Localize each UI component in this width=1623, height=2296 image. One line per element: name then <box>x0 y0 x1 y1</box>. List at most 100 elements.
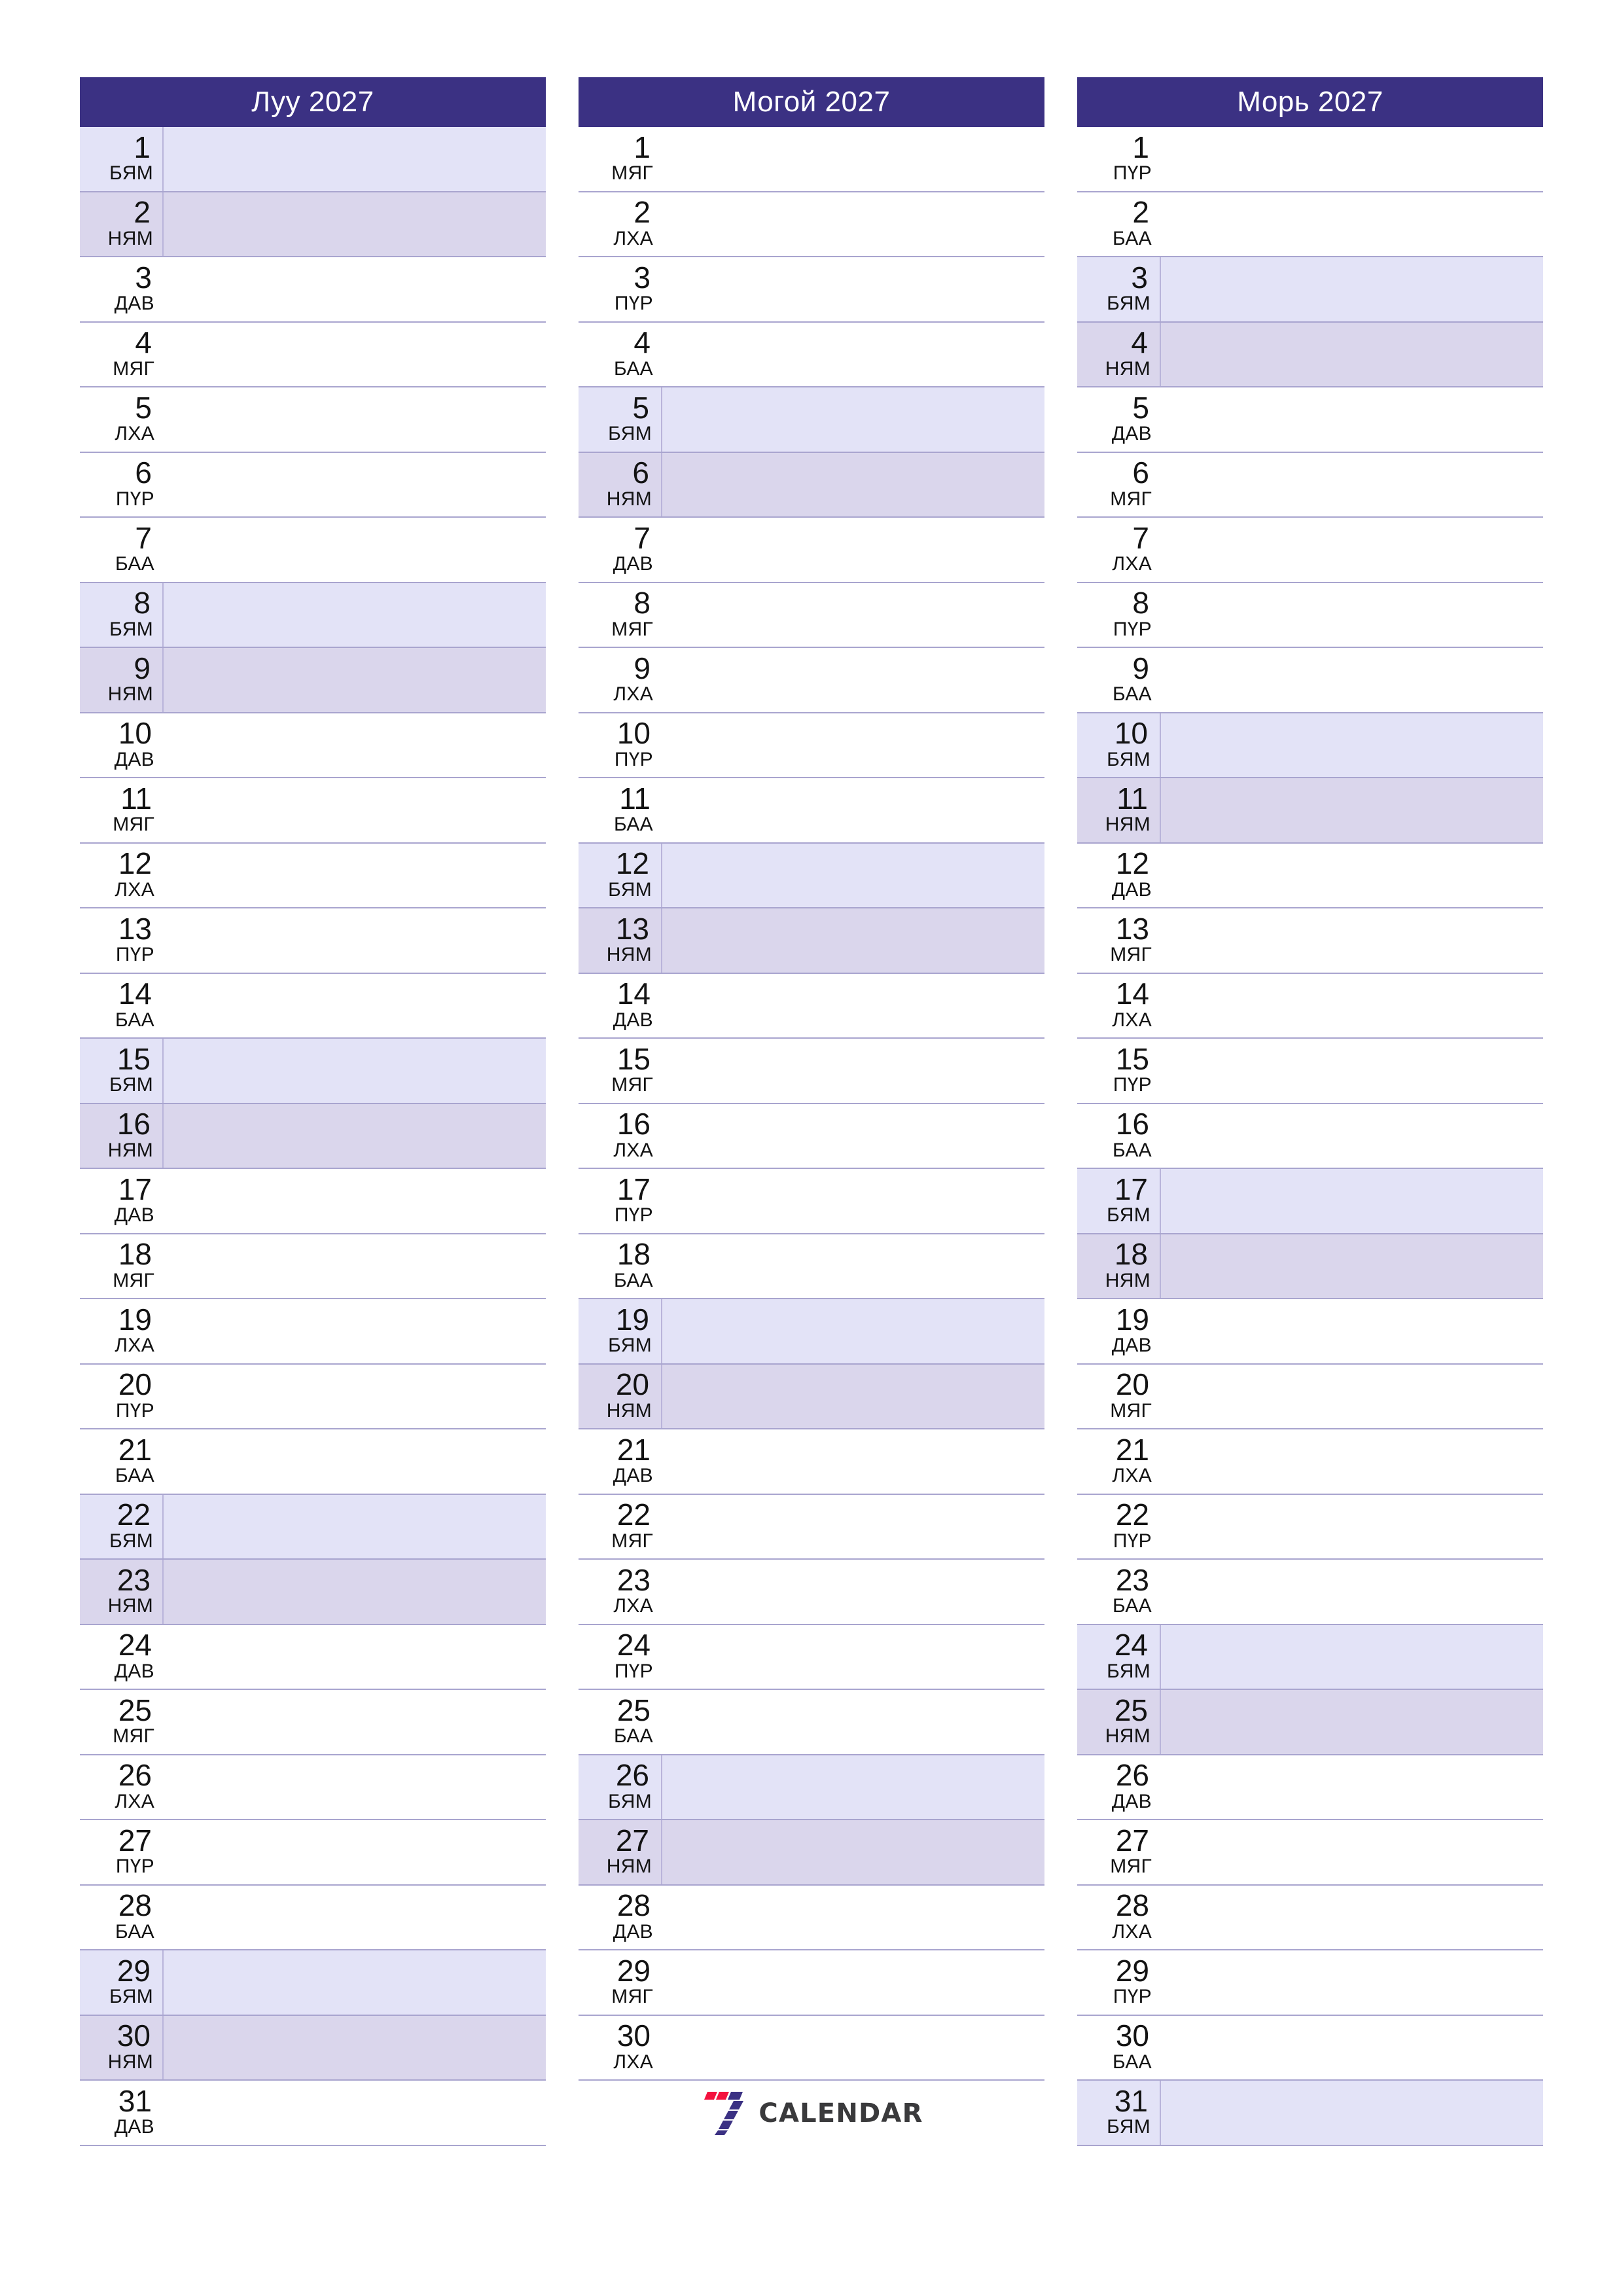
day-notes-area[interactable] <box>1161 1234 1543 1299</box>
day-notes-area[interactable] <box>1161 1755 1543 1820</box>
day-notes-area[interactable] <box>164 1886 546 1950</box>
day-row[interactable]: 24 ДАВ <box>80 1624 546 1690</box>
day-row[interactable]: 2 ЛХА <box>579 192 1044 257</box>
day-row[interactable]: 5 ДАВ <box>1077 387 1543 453</box>
day-notes-area[interactable] <box>164 1169 546 1233</box>
day-notes-area[interactable] <box>662 778 1044 842</box>
day-notes-area[interactable] <box>1161 1169 1543 1233</box>
day-notes-area[interactable] <box>662 192 1044 257</box>
day-notes-area[interactable] <box>164 1299 546 1363</box>
day-row[interactable]: 23 НЯМ <box>80 1560 546 1625</box>
day-row[interactable]: 26 БЯМ <box>579 1755 1044 1820</box>
day-notes-area[interactable] <box>164 1039 546 1103</box>
day-row[interactable]: 6 НЯМ <box>579 452 1044 518</box>
day-row[interactable]: 25 НЯМ <box>1077 1690 1543 1755</box>
day-row[interactable]: 14 ДАВ <box>579 973 1044 1039</box>
day-notes-area[interactable] <box>164 1429 546 1494</box>
day-row[interactable]: 18 БАА <box>579 1234 1044 1299</box>
day-notes-area[interactable] <box>1161 1429 1543 1494</box>
day-row[interactable]: 13 ПҮР <box>80 908 546 974</box>
day-notes-area[interactable] <box>662 1820 1044 1884</box>
day-row[interactable]: 16 БАА <box>1077 1103 1543 1169</box>
day-row[interactable]: 10 ДАВ <box>80 713 546 778</box>
day-notes-area[interactable] <box>164 583 546 647</box>
day-notes-area[interactable] <box>662 323 1044 387</box>
day-row[interactable]: 3 БЯМ <box>1077 257 1543 323</box>
day-row[interactable]: 22 БЯМ <box>80 1494 546 1560</box>
day-notes-area[interactable] <box>662 1169 1044 1233</box>
day-row[interactable]: 25 БАА <box>579 1690 1044 1755</box>
day-notes-area[interactable] <box>1161 257 1543 321</box>
day-row[interactable]: 16 ЛХА <box>579 1103 1044 1169</box>
day-row[interactable]: 29 МЯГ <box>579 1950 1044 2016</box>
day-row[interactable]: 15 БЯМ <box>80 1039 546 1104</box>
day-notes-area[interactable] <box>662 1625 1044 1689</box>
day-row[interactable]: 27 МЯГ <box>1077 1820 1543 1886</box>
day-notes-area[interactable] <box>1161 1495 1543 1559</box>
day-notes-area[interactable] <box>1161 387 1543 452</box>
day-row[interactable]: 29 БЯМ <box>80 1950 546 2016</box>
day-row[interactable]: 5 БЯМ <box>579 387 1044 453</box>
day-row[interactable]: 12 ДАВ <box>1077 843 1543 908</box>
day-notes-area[interactable] <box>662 453 1044 517</box>
day-row[interactable]: 17 БЯМ <box>1077 1169 1543 1234</box>
day-row[interactable]: 19 ДАВ <box>1077 1299 1543 1365</box>
day-notes-area[interactable] <box>164 1820 546 1884</box>
day-row[interactable]: 1 МЯГ <box>579 127 1044 192</box>
day-notes-area[interactable] <box>662 1104 1044 1168</box>
day-row[interactable]: 7 ДАВ <box>579 518 1044 583</box>
day-row[interactable]: 31 БЯМ <box>1077 2081 1543 2146</box>
day-row[interactable]: 20 МЯГ <box>1077 1364 1543 1429</box>
day-notes-area[interactable] <box>1161 1690 1543 1754</box>
day-row[interactable]: 25 МЯГ <box>80 1690 546 1755</box>
day-notes-area[interactable] <box>164 778 546 842</box>
day-notes-area[interactable] <box>662 257 1044 321</box>
day-row[interactable]: 14 БАА <box>80 973 546 1039</box>
day-row[interactable]: 11 МЯГ <box>80 778 546 844</box>
day-notes-area[interactable] <box>164 127 546 191</box>
day-row[interactable]: 1 БЯМ <box>80 127 546 192</box>
day-notes-area[interactable] <box>662 908 1044 973</box>
day-row[interactable]: 8 ПҮР <box>1077 583 1543 648</box>
day-row[interactable]: 16 НЯМ <box>80 1103 546 1169</box>
day-notes-area[interactable] <box>662 1429 1044 1494</box>
day-notes-area[interactable] <box>1161 1039 1543 1103</box>
day-row[interactable]: 19 ЛХА <box>80 1299 546 1365</box>
day-notes-area[interactable] <box>164 1755 546 1820</box>
day-notes-area[interactable] <box>662 2016 1044 2080</box>
day-notes-area[interactable] <box>164 648 546 712</box>
day-row[interactable]: 11 НЯМ <box>1077 778 1543 844</box>
day-notes-area[interactable] <box>662 1886 1044 1950</box>
day-notes-area[interactable] <box>1161 908 1543 973</box>
day-notes-area[interactable] <box>1161 2016 1543 2080</box>
day-row[interactable]: 8 МЯГ <box>579 583 1044 648</box>
day-notes-area[interactable] <box>1161 192 1543 257</box>
day-row[interactable]: 26 ДАВ <box>1077 1755 1543 1820</box>
day-notes-area[interactable] <box>1161 974 1543 1038</box>
day-notes-area[interactable] <box>164 1365 546 1429</box>
day-row[interactable]: 21 ДАВ <box>579 1429 1044 1495</box>
day-notes-area[interactable] <box>164 1950 546 2015</box>
day-notes-area[interactable] <box>662 1755 1044 1820</box>
day-notes-area[interactable] <box>662 1495 1044 1559</box>
day-notes-area[interactable] <box>662 844 1044 908</box>
day-row[interactable]: 17 ДАВ <box>80 1169 546 1234</box>
day-notes-area[interactable] <box>662 387 1044 452</box>
day-row[interactable]: 28 ДАВ <box>579 1885 1044 1950</box>
day-notes-area[interactable] <box>1161 583 1543 647</box>
day-row[interactable]: 22 МЯГ <box>579 1494 1044 1560</box>
day-notes-area[interactable] <box>164 257 546 321</box>
day-row[interactable]: 11 БАА <box>579 778 1044 844</box>
day-notes-area[interactable] <box>164 192 546 257</box>
day-notes-area[interactable] <box>1161 1365 1543 1429</box>
day-notes-area[interactable] <box>1161 1104 1543 1168</box>
day-notes-area[interactable] <box>662 1950 1044 2015</box>
day-row[interactable]: 12 БЯМ <box>579 843 1044 908</box>
day-notes-area[interactable] <box>164 2081 546 2145</box>
day-row[interactable]: 5 ЛХА <box>80 387 546 453</box>
day-row[interactable]: 29 ПҮР <box>1077 1950 1543 2016</box>
day-notes-area[interactable] <box>164 908 546 973</box>
day-row[interactable]: 9 ЛХА <box>579 648 1044 713</box>
day-row[interactable]: 22 ПҮР <box>1077 1494 1543 1560</box>
day-row[interactable]: 26 ЛХА <box>80 1755 546 1820</box>
